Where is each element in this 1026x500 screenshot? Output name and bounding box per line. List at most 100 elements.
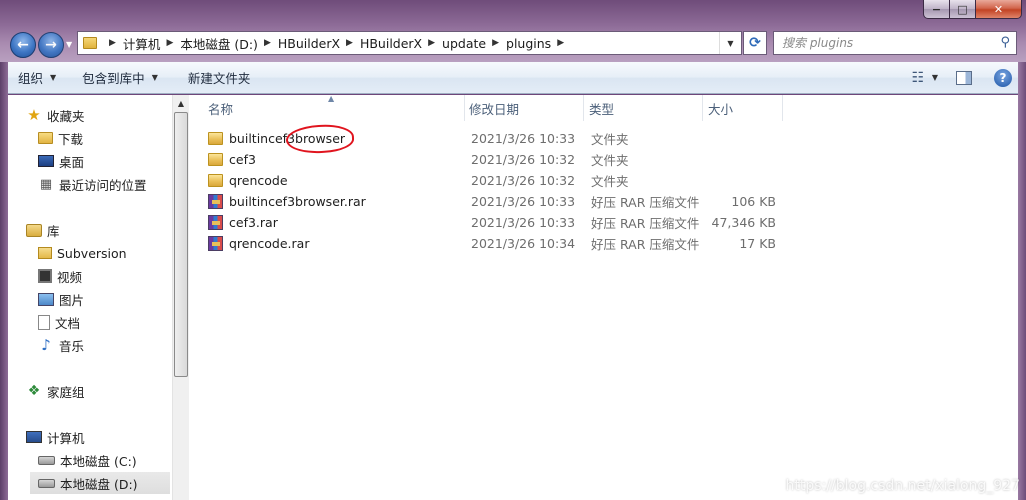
table-row[interactable]: cef3.rar 2021/3/26 10:33 好压 RAR 压缩文件 47,… bbox=[202, 212, 792, 233]
breadcrumb-hbuilderx-inner[interactable]: HBuilderX bbox=[360, 36, 422, 51]
window-left-border bbox=[0, 62, 8, 500]
breadcrumb-plugins[interactable]: plugins bbox=[506, 36, 551, 51]
chevron-right-icon[interactable]: ▶ bbox=[428, 38, 435, 48]
address-history-dropdown-icon[interactable]: ▼ bbox=[719, 32, 741, 54]
search-input[interactable] bbox=[782, 36, 982, 50]
sidebar-item-libraries[interactable]: 库 bbox=[26, 219, 190, 241]
help-icon[interactable]: ? bbox=[994, 68, 1012, 87]
change-view-icon[interactable]: ☷ bbox=[904, 70, 932, 86]
sidebar-item-label: 库 bbox=[47, 223, 60, 239]
sidebar-item-favorites[interactable]: ★ 收藏夹 bbox=[26, 104, 190, 126]
homegroup-icon: ❖ bbox=[27, 383, 41, 399]
sidebar-item-label: Subversion bbox=[57, 245, 127, 261]
close-button[interactable]: ✕ bbox=[976, 0, 1022, 19]
drive-d-icon bbox=[38, 478, 55, 488]
breadcrumb-computer[interactable]: 计算机 bbox=[123, 34, 161, 53]
sidebar-item-label: 视频 bbox=[57, 269, 83, 285]
sidebar-item-label: 文档 bbox=[55, 315, 81, 331]
file-date: 2021/3/26 10:33 bbox=[471, 131, 576, 146]
preview-pane-icon[interactable] bbox=[956, 70, 972, 85]
sort-ascending-icon: ▲ bbox=[328, 94, 335, 103]
refresh-button[interactable]: ⟳ bbox=[743, 31, 767, 55]
column-header-label: 类型 bbox=[589, 101, 615, 117]
breadcrumb-drive-d[interactable]: 本地磁盘 (D:) bbox=[180, 34, 258, 53]
chevron-right-icon[interactable]: ▶ bbox=[557, 38, 564, 48]
folder-icon bbox=[208, 132, 223, 145]
refresh-icon: ⟳ bbox=[749, 35, 761, 51]
column-header-type[interactable]: 类型 bbox=[584, 95, 703, 121]
back-arrow-icon: ← bbox=[17, 37, 29, 53]
scrollbar-thumb[interactable] bbox=[174, 112, 188, 377]
forward-button[interactable]: → bbox=[38, 32, 64, 58]
sidebar-item-homegroup[interactable]: ❖ 家庭组 bbox=[26, 380, 190, 402]
column-header-date[interactable]: 修改日期 bbox=[465, 95, 584, 121]
table-row[interactable]: qrencode.rar 2021/3/26 10:34 好压 RAR 压缩文件… bbox=[202, 233, 792, 254]
maximize-button[interactable]: □ bbox=[950, 0, 976, 19]
rar-archive-icon bbox=[208, 194, 223, 209]
organize-menu[interactable]: 组织 ▼ bbox=[8, 62, 66, 93]
minimize-button[interactable]: − bbox=[923, 0, 950, 19]
libraries-icon bbox=[26, 223, 42, 237]
file-name: builtincef3browser.rar bbox=[229, 194, 366, 209]
caption-buttons: − □ ✕ bbox=[923, 0, 1022, 20]
chevron-right-icon[interactable]: ▶ bbox=[109, 38, 116, 48]
file-date: 2021/3/26 10:33 bbox=[471, 194, 576, 209]
scroll-up-arrow-icon[interactable]: ▲ bbox=[173, 95, 189, 112]
table-row[interactable]: builtincef3browser.rar 2021/3/26 10:33 好… bbox=[202, 191, 792, 212]
chevron-right-icon[interactable]: ▶ bbox=[346, 38, 353, 48]
search-box: ⚲ bbox=[773, 31, 1017, 55]
drive-c-icon bbox=[38, 455, 55, 465]
organize-label: 组织 bbox=[18, 71, 44, 86]
new-folder-button[interactable]: 新建文件夹 bbox=[178, 62, 261, 93]
chevron-down-icon: ▼ bbox=[50, 73, 57, 82]
back-button[interactable]: ← bbox=[10, 32, 36, 58]
file-list: ▲ 名称 修改日期 类型 大小 builtincef3browser 2021/… bbox=[190, 94, 1018, 500]
pictures-icon bbox=[38, 292, 54, 306]
column-header-name[interactable]: ▲ 名称 bbox=[208, 94, 465, 121]
column-header-label: 大小 bbox=[708, 101, 734, 117]
breadcrumb-update[interactable]: update bbox=[442, 36, 486, 51]
column-header-size[interactable]: 大小 bbox=[703, 95, 783, 121]
navigation-pane-scrollbar[interactable]: ▲ bbox=[172, 95, 189, 500]
sidebar-item-label: 最近访问的位置 bbox=[59, 177, 147, 193]
file-name: cef3.rar bbox=[229, 215, 278, 230]
recent-pages-dropdown-icon[interactable]: ▼ bbox=[66, 40, 72, 49]
file-name: qrencode bbox=[229, 173, 288, 188]
file-size: 106 KB bbox=[731, 194, 776, 209]
sidebar-item-label: 桌面 bbox=[59, 154, 85, 170]
forward-arrow-icon: → bbox=[45, 37, 57, 53]
window-right-border bbox=[1018, 62, 1026, 500]
computer-icon bbox=[26, 431, 42, 443]
include-in-library-menu[interactable]: 包含到库中 ▼ bbox=[72, 62, 168, 93]
downloads-folder-icon bbox=[38, 132, 53, 144]
chevron-right-icon[interactable]: ▶ bbox=[492, 38, 499, 48]
sidebar-item-label: 收藏夹 bbox=[47, 108, 85, 124]
watermark-text: https://blog.csdn.net/xialong_927 bbox=[785, 478, 1020, 494]
sidebar-item-label: 本地磁盘 (C:) bbox=[60, 453, 137, 469]
breadcrumb-hbuilderx[interactable]: HBuilderX bbox=[278, 36, 340, 51]
address-bar[interactable]: ▶ 计算机 ▶ 本地磁盘 (D:) ▶ HBuilderX ▶ HBuilder… bbox=[77, 31, 742, 55]
file-date: 2021/3/26 10:33 bbox=[471, 215, 576, 230]
sidebar-item-drive-d[interactable]: 本地磁盘 (D:) bbox=[30, 472, 170, 494]
chevron-down-icon: ▼ bbox=[151, 73, 158, 82]
file-type: 好压 RAR 压缩文件 bbox=[591, 195, 700, 210]
sidebar-item-computer[interactable]: 计算机 bbox=[26, 426, 190, 448]
sidebar-item-label: 计算机 bbox=[47, 430, 85, 446]
table-row[interactable]: cef3 2021/3/26 10:32 文件夹 bbox=[202, 149, 792, 170]
breadcrumb: ▶ 计算机 ▶ 本地磁盘 (D:) ▶ HBuilderX ▶ HBuilder… bbox=[103, 32, 571, 54]
chevron-right-icon[interactable]: ▶ bbox=[166, 38, 173, 48]
chevron-right-icon[interactable]: ▶ bbox=[264, 38, 271, 48]
file-type: 文件夹 bbox=[591, 132, 629, 147]
search-icon[interactable]: ⚲ bbox=[1000, 35, 1010, 50]
new-folder-label: 新建文件夹 bbox=[187, 71, 251, 86]
include-in-library-label: 包含到库中 bbox=[82, 71, 145, 86]
content-area: ★ 收藏夹 下载 桌面 ▦ 最近访问的位置 库 Subversion 视频 图片… bbox=[8, 94, 1018, 500]
file-size: 47,346 KB bbox=[711, 215, 776, 230]
file-type: 文件夹 bbox=[591, 153, 629, 168]
view-options-dropdown-icon[interactable]: ▼ bbox=[932, 73, 938, 82]
sidebar-item-label: 家庭组 bbox=[47, 384, 85, 400]
file-type: 文件夹 bbox=[591, 174, 629, 189]
rar-archive-icon bbox=[208, 215, 223, 230]
table-row[interactable]: qrencode 2021/3/26 10:32 文件夹 bbox=[202, 170, 792, 191]
file-type: 好压 RAR 压缩文件 bbox=[591, 237, 700, 252]
